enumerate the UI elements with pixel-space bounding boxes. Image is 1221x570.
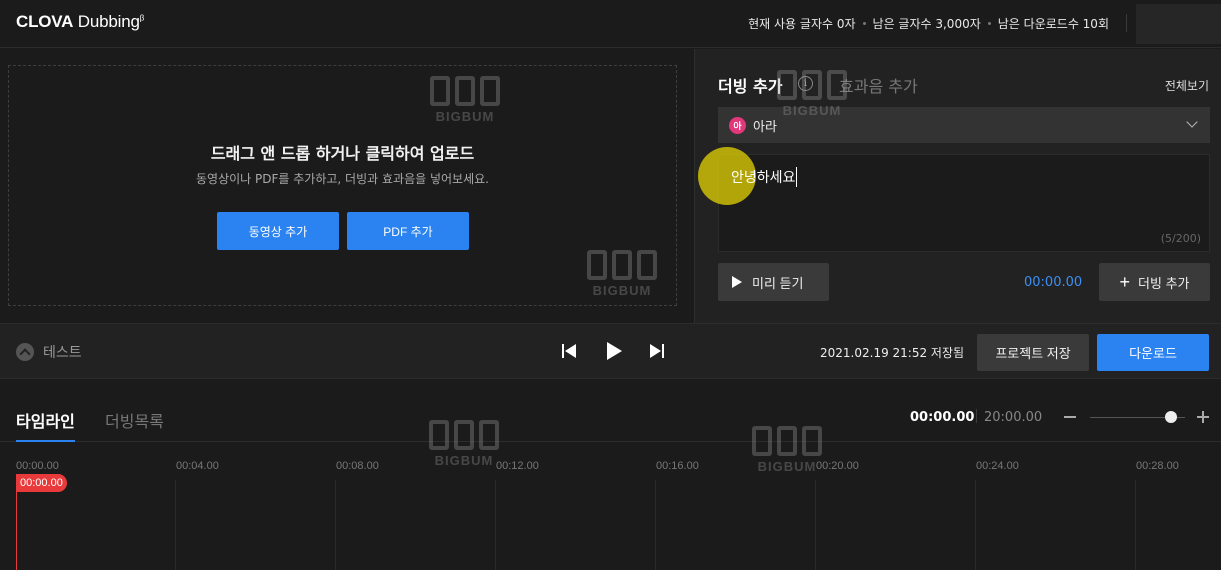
zoom-out-icon[interactable]	[1064, 416, 1076, 418]
add-video-button[interactable]: 동영상 추가	[217, 212, 339, 250]
ruler-tick-label: 00:24.00	[976, 460, 1019, 472]
dubbing-text-value: 안녕하세요	[731, 167, 798, 187]
watermark-logo: BIGBUM	[583, 250, 661, 302]
header-divider	[1126, 14, 1127, 32]
chevron-down-icon	[1186, 116, 1198, 128]
skip-previous-icon[interactable]	[562, 344, 576, 358]
ruler-tick-label: 00:00.00	[16, 460, 59, 472]
usage-remaining-downloads: 남은 다운로드수 10회	[997, 17, 1109, 31]
ruler-tick-label: 00:08.00	[336, 460, 379, 472]
app-logo[interactable]: CLOVA Dubbingβ	[16, 12, 144, 32]
plus-icon: +	[1119, 272, 1131, 292]
logo-product: Dubbing	[77, 12, 140, 31]
timeline-header: 타임라인 더빙목록 00:00.00 20:00.00	[0, 379, 1221, 442]
watermark-mark	[587, 250, 657, 280]
saved-status: 2021.02.19 21:52 저장됨	[820, 346, 965, 360]
add-dubbing-button[interactable]: + 더빙 추가	[1099, 263, 1210, 301]
timeline-ruler: 00:00.00 00:04.00 00:08.00 00:12.00 00:1…	[0, 443, 1221, 570]
upload-title: 드래그 앤 드롭 하거나 클릭하여 업로드	[210, 144, 475, 163]
tab-timeline[interactable]: 타임라인	[16, 408, 75, 442]
top-header: CLOVA Dubbingβ 현재 사용 글자수 0자 남은 글자수 3,000…	[0, 0, 1221, 48]
add-dubbing-label: 더빙 추가	[1138, 275, 1190, 291]
grid-line	[975, 480, 976, 570]
preview-button[interactable]: 미리 듣기	[718, 263, 829, 301]
play-icon[interactable]	[607, 342, 622, 360]
watermark-mark	[777, 70, 847, 100]
player-bar: 테스트 2021.02.19 21:52 저장됨 프로젝트 저장 다운로드	[0, 323, 1221, 379]
separator-dot	[862, 22, 866, 25]
current-time: 00:00.00	[910, 410, 975, 425]
skip-next-icon[interactable]	[650, 344, 664, 358]
watermark-mark	[429, 420, 499, 450]
watermark-text: BIGBUM	[435, 109, 495, 124]
usage-current: 현재 사용 글자수 0자	[748, 17, 856, 31]
zoom-slider-handle[interactable]	[1165, 411, 1177, 423]
ruler-tick-label: 00:16.00	[656, 460, 699, 472]
watermark-logo: BIGBUM	[773, 70, 851, 122]
dubbing-text-input[interactable]: 안녕하세요 (5/200)	[698, 147, 1210, 252]
watermark-logo: BIGBUM	[748, 426, 826, 478]
add-pdf-button[interactable]: PDF 추가	[347, 212, 469, 250]
view-all-link[interactable]: 전체보기	[1165, 77, 1209, 94]
collapse-icon[interactable]	[16, 343, 34, 361]
zoom-in-icon-vertical	[1202, 411, 1204, 423]
preview-label: 미리 듣기	[752, 275, 804, 291]
logo-beta: β	[139, 13, 145, 23]
watermark-mark	[752, 426, 822, 456]
upload-subtitle: 동영상이나 PDF를 추가하고, 더빙과 효과음을 넣어보세요.	[196, 172, 489, 186]
dubbing-time[interactable]: 00:00.00	[1024, 275, 1082, 290]
ruler-tick-label: 00:28.00	[1136, 460, 1179, 472]
save-project-button[interactable]: 프로젝트 저장	[977, 334, 1089, 371]
tab-dubbing-list[interactable]: 더빙목록	[105, 408, 164, 432]
play-icon	[732, 276, 742, 288]
watermark-text: BIGBUM	[757, 459, 817, 474]
watermark-text: BIGBUM	[782, 103, 842, 118]
time-separator	[976, 409, 977, 423]
user-avatar[interactable]	[1136, 4, 1221, 44]
ruler-tick-label: 00:04.00	[176, 460, 219, 472]
watermark-logo: BIGBUM	[425, 420, 503, 472]
voice-avatar-badge: 아	[729, 116, 746, 134]
grid-line	[655, 480, 656, 570]
separator-dot	[987, 22, 991, 25]
grid-line	[1135, 480, 1136, 570]
grid-line	[175, 480, 176, 570]
playhead-time-badge[interactable]: 00:00.00	[16, 474, 67, 492]
total-time: 20:00.00	[984, 410, 1043, 425]
grid-line	[495, 480, 496, 570]
download-button[interactable]: 다운로드	[1097, 334, 1209, 371]
watermark-mark	[430, 76, 500, 106]
watermark-logo: BIGBUM	[426, 76, 504, 128]
project-name[interactable]: 테스트	[43, 342, 82, 362]
upload-dropzone[interactable]: 드래그 앤 드롭 하거나 클릭하여 업로드 동영상이나 PDF를 추가하고, 더…	[8, 65, 677, 306]
character-count: (5/200)	[1160, 232, 1201, 245]
watermark-text: BIGBUM	[592, 283, 652, 298]
grid-line	[815, 480, 816, 570]
usage-remaining-chars: 남은 글자수 3,000자	[872, 17, 981, 31]
watermark-text: BIGBUM	[434, 453, 494, 468]
timeline-body[interactable]: 00:00.00 00:04.00 00:08.00 00:12.00 00:1…	[0, 443, 1221, 570]
grid-line	[335, 480, 336, 570]
logo-brand: CLOVA	[16, 12, 74, 31]
usage-summary: 현재 사용 글자수 0자 남은 글자수 3,000자 남은 다운로드수 10회	[748, 15, 1109, 32]
